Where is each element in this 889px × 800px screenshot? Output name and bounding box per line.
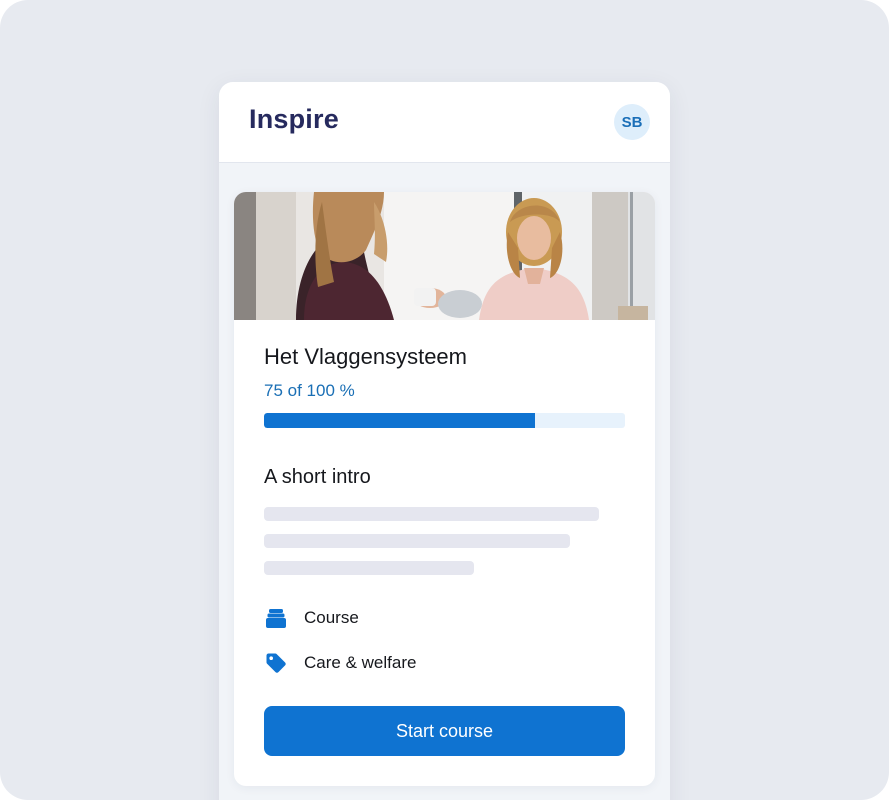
intro-heading: A short intro: [264, 466, 371, 488]
page-background: Inspire SB Het Vlaggensysteem 75 of 100 …: [0, 0, 889, 800]
meta-item-category: Care & welfare: [264, 651, 416, 675]
progress-bar: [264, 413, 625, 428]
progress-bar-fill: [264, 413, 535, 428]
brand-logo[interactable]: Inspire: [249, 104, 339, 135]
meta-item-type: Course: [264, 606, 359, 630]
mobile-app-frame: Inspire SB Het Vlaggensysteem 75 of 100 …: [219, 82, 670, 800]
start-course-button[interactable]: Start course: [264, 706, 625, 756]
progress-label: 75 of 100 %: [264, 381, 355, 400]
user-avatar[interactable]: SB: [614, 104, 650, 140]
tag-icon: [264, 651, 288, 675]
intro-text-placeholder-line: [264, 561, 474, 575]
course-hero-image: [234, 192, 655, 320]
meta-label: Course: [304, 608, 359, 627]
course-title: Het Vlaggensysteem: [264, 344, 467, 369]
app-header: Inspire SB: [219, 82, 670, 163]
intro-text-placeholder-line: [264, 507, 599, 521]
stack-icon: [264, 606, 288, 630]
intro-text-placeholder-line: [264, 534, 570, 548]
course-card: Het Vlaggensysteem 75 of 100 % A short i…: [234, 192, 655, 786]
meta-label: Care & welfare: [304, 653, 417, 672]
